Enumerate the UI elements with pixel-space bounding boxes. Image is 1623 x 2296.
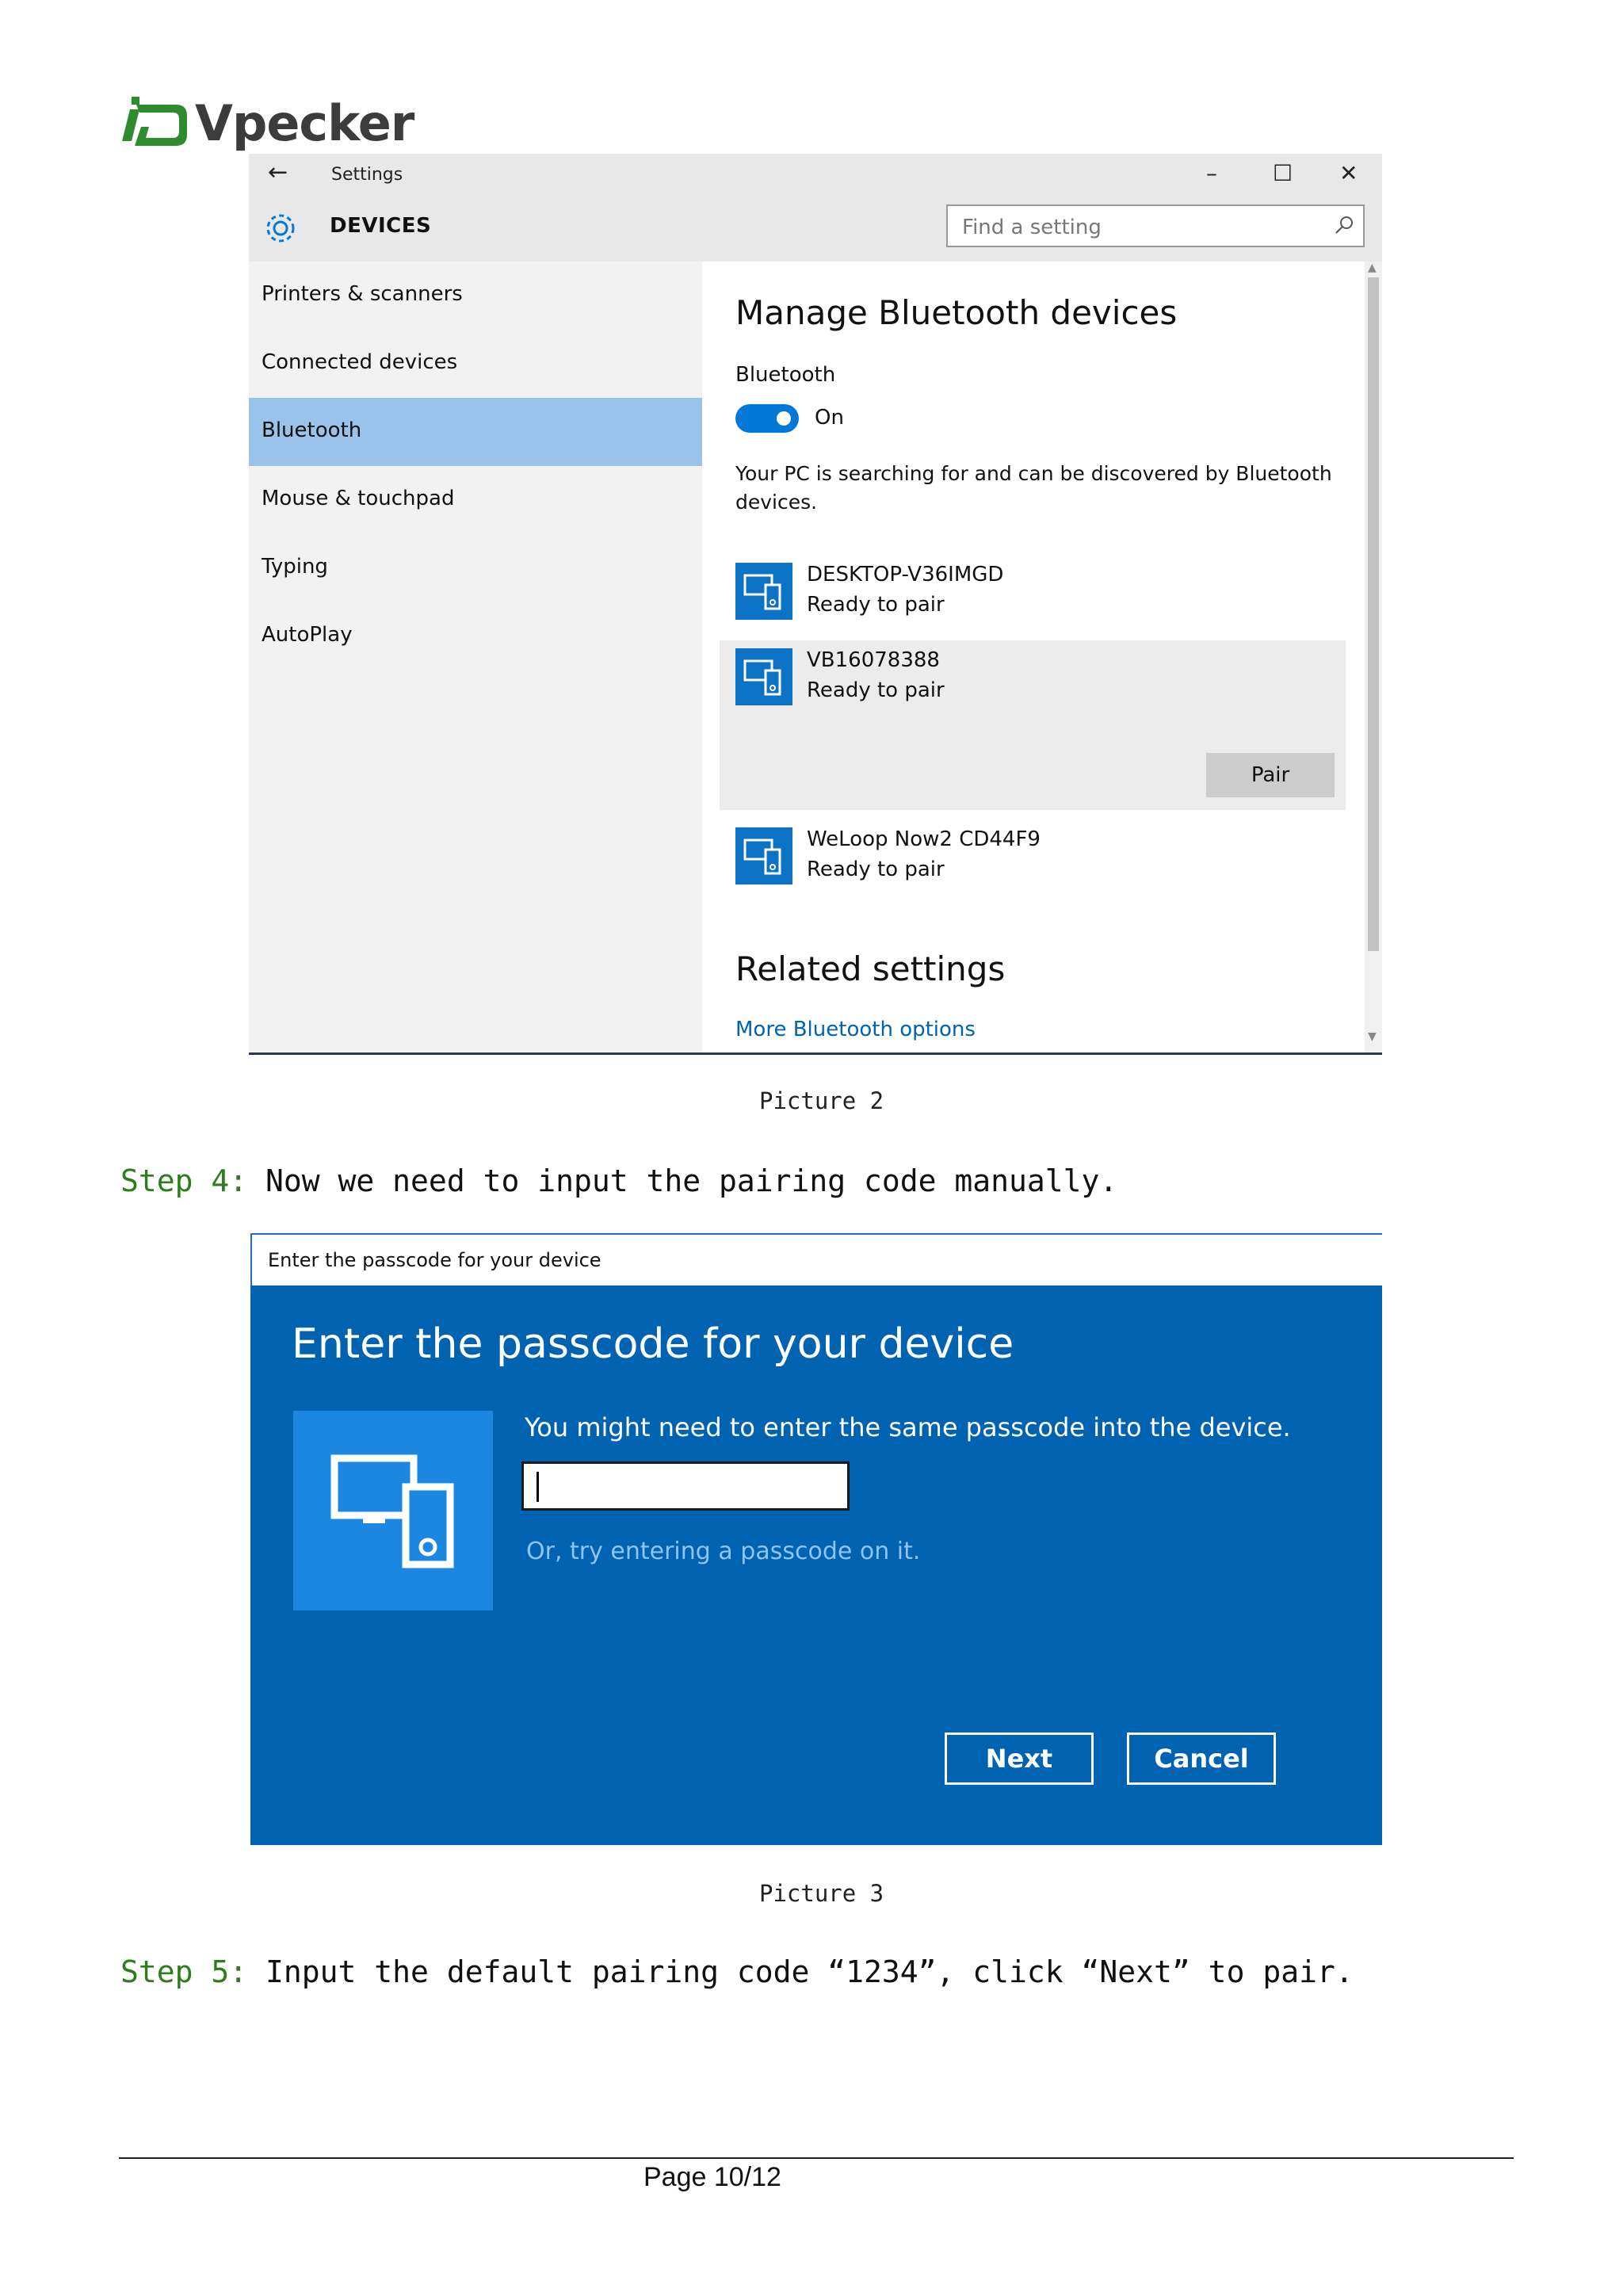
device-item[interactable]: WeLoop Now2 CD44F9 Ready to pair [720, 827, 1346, 891]
sidebar-item-label: Connected devices [262, 350, 458, 374]
search-icon [1335, 216, 1353, 234]
dialog-body: Enter the passcode for your device You m… [250, 1286, 1382, 1845]
passcode-input[interactable] [521, 1461, 850, 1511]
step-4-label: Step 4: [120, 1163, 248, 1198]
maximize-icon[interactable]: ☐ [1273, 160, 1293, 186]
device-icon [735, 827, 792, 884]
more-bluetooth-options-link[interactable]: More Bluetooth options [735, 1018, 976, 1041]
step-4-text: Now we need to input the pairing code ma… [247, 1163, 1118, 1198]
dialog-window-title: Enter the passcode for your device [268, 1249, 601, 1271]
step-5-text: Input the default pairing code “1234”, c… [247, 1954, 1354, 1989]
sidebar-item-typing[interactable]: Typing [249, 534, 702, 602]
scroll-down-icon[interactable]: ▼ [1368, 1030, 1377, 1043]
footer-divider [119, 2157, 1514, 2159]
toggle-knob [777, 411, 791, 426]
search-input[interactable]: Find a setting [946, 204, 1365, 247]
minimize-icon[interactable]: – [1206, 160, 1217, 186]
sidebar-item-connected-devices[interactable]: Connected devices [249, 330, 702, 398]
sidebar-item-mouse[interactable]: Mouse & touchpad [249, 466, 702, 534]
device-status: Ready to pair [807, 858, 945, 881]
page-number: Page 10/12 [643, 2162, 781, 2192]
cancel-button[interactable]: Cancel [1127, 1733, 1276, 1785]
sidebar-item-bluetooth[interactable]: Bluetooth [249, 398, 702, 466]
vpecker-logo: Vpecker [120, 94, 414, 152]
bluetooth-label: Bluetooth [735, 363, 836, 387]
scrollbar[interactable]: ▲ ▼ [1365, 262, 1382, 1052]
picture-2-caption: Picture 2 [759, 1087, 884, 1114]
device-item[interactable]: DESKTOP-V36IMGD Ready to pair [720, 563, 1346, 626]
device-name: DESKTOP-V36IMGD [807, 563, 1004, 586]
device-status: Ready to pair [807, 678, 945, 702]
device-status: Ready to pair [807, 593, 945, 617]
dialog-title-bar: Enter the passcode for your device [250, 1233, 1382, 1286]
brand-name: Vpecker [195, 94, 414, 152]
dialog-hint: Or, try entering a passcode on it. [526, 1538, 921, 1565]
vpecker-logo-icon [122, 97, 187, 146]
passcode-dialog: Enter the passcode for your device Enter… [250, 1233, 1382, 1845]
title-bar: ← Settings – ☐ ✕ [249, 154, 1382, 195]
step-5: Step 5: Input the default pairing code “… [120, 1954, 1354, 1989]
picture-3-caption: Picture 3 [759, 1880, 884, 1907]
gear-icon [266, 214, 295, 243]
page-title: DEVICES [330, 214, 432, 238]
settings-window: ← Settings – ☐ ✕ DEVICES Find a setting … [249, 154, 1382, 1055]
toggle-state: On [815, 406, 844, 430]
step-5-label: Step 5: [120, 1954, 248, 1989]
device-icon [735, 648, 792, 705]
bluetooth-panel: Manage Bluetooth devices Bluetooth On Yo… [702, 262, 1382, 1052]
close-icon[interactable]: ✕ [1339, 160, 1358, 186]
device-name: WeLoop Now2 CD44F9 [807, 827, 1041, 851]
device-name: VB16078388 [807, 648, 940, 672]
settings-header: DEVICES Find a setting [249, 195, 1382, 262]
sidebar: Printers & scanners Connected devices Bl… [249, 262, 702, 1052]
device-item-selected[interactable]: VB16078388 Ready to pair Pair [720, 640, 1346, 810]
scroll-up-icon[interactable]: ▲ [1368, 262, 1377, 274]
back-arrow-icon[interactable]: ← [268, 159, 288, 186]
sidebar-item-label: Typing [262, 555, 328, 579]
related-settings-heading: Related settings [735, 949, 1006, 988]
dialog-message: You might need to enter the same passcod… [525, 1412, 1291, 1442]
status-description: Your PC is searching for and can be disc… [735, 462, 1332, 514]
scrollbar-thumb[interactable] [1368, 277, 1379, 951]
pair-button[interactable]: Pair [1206, 753, 1335, 797]
sidebar-item-label: Mouse & touchpad [262, 487, 455, 510]
window-title: Settings [331, 165, 403, 185]
sidebar-item-autoplay[interactable]: AutoPlay [249, 602, 702, 670]
device-pairing-icon [293, 1411, 493, 1610]
next-button[interactable]: Next [945, 1733, 1094, 1785]
section-heading: Manage Bluetooth devices [735, 293, 1178, 332]
sidebar-item-label: Printers & scanners [262, 282, 463, 306]
sidebar-item-label: AutoPlay [262, 623, 353, 647]
device-icon [735, 563, 792, 620]
bluetooth-toggle[interactable] [735, 404, 799, 433]
step-4: Step 4: Now we need to input the pairing… [120, 1163, 1117, 1198]
text-caret [537, 1472, 539, 1502]
dialog-title: Enter the passcode for your device [292, 1320, 1014, 1368]
sidebar-item-label: Bluetooth [262, 418, 362, 442]
search-placeholder: Find a setting [962, 216, 1102, 239]
sidebar-item-printers[interactable]: Printers & scanners [249, 262, 702, 330]
